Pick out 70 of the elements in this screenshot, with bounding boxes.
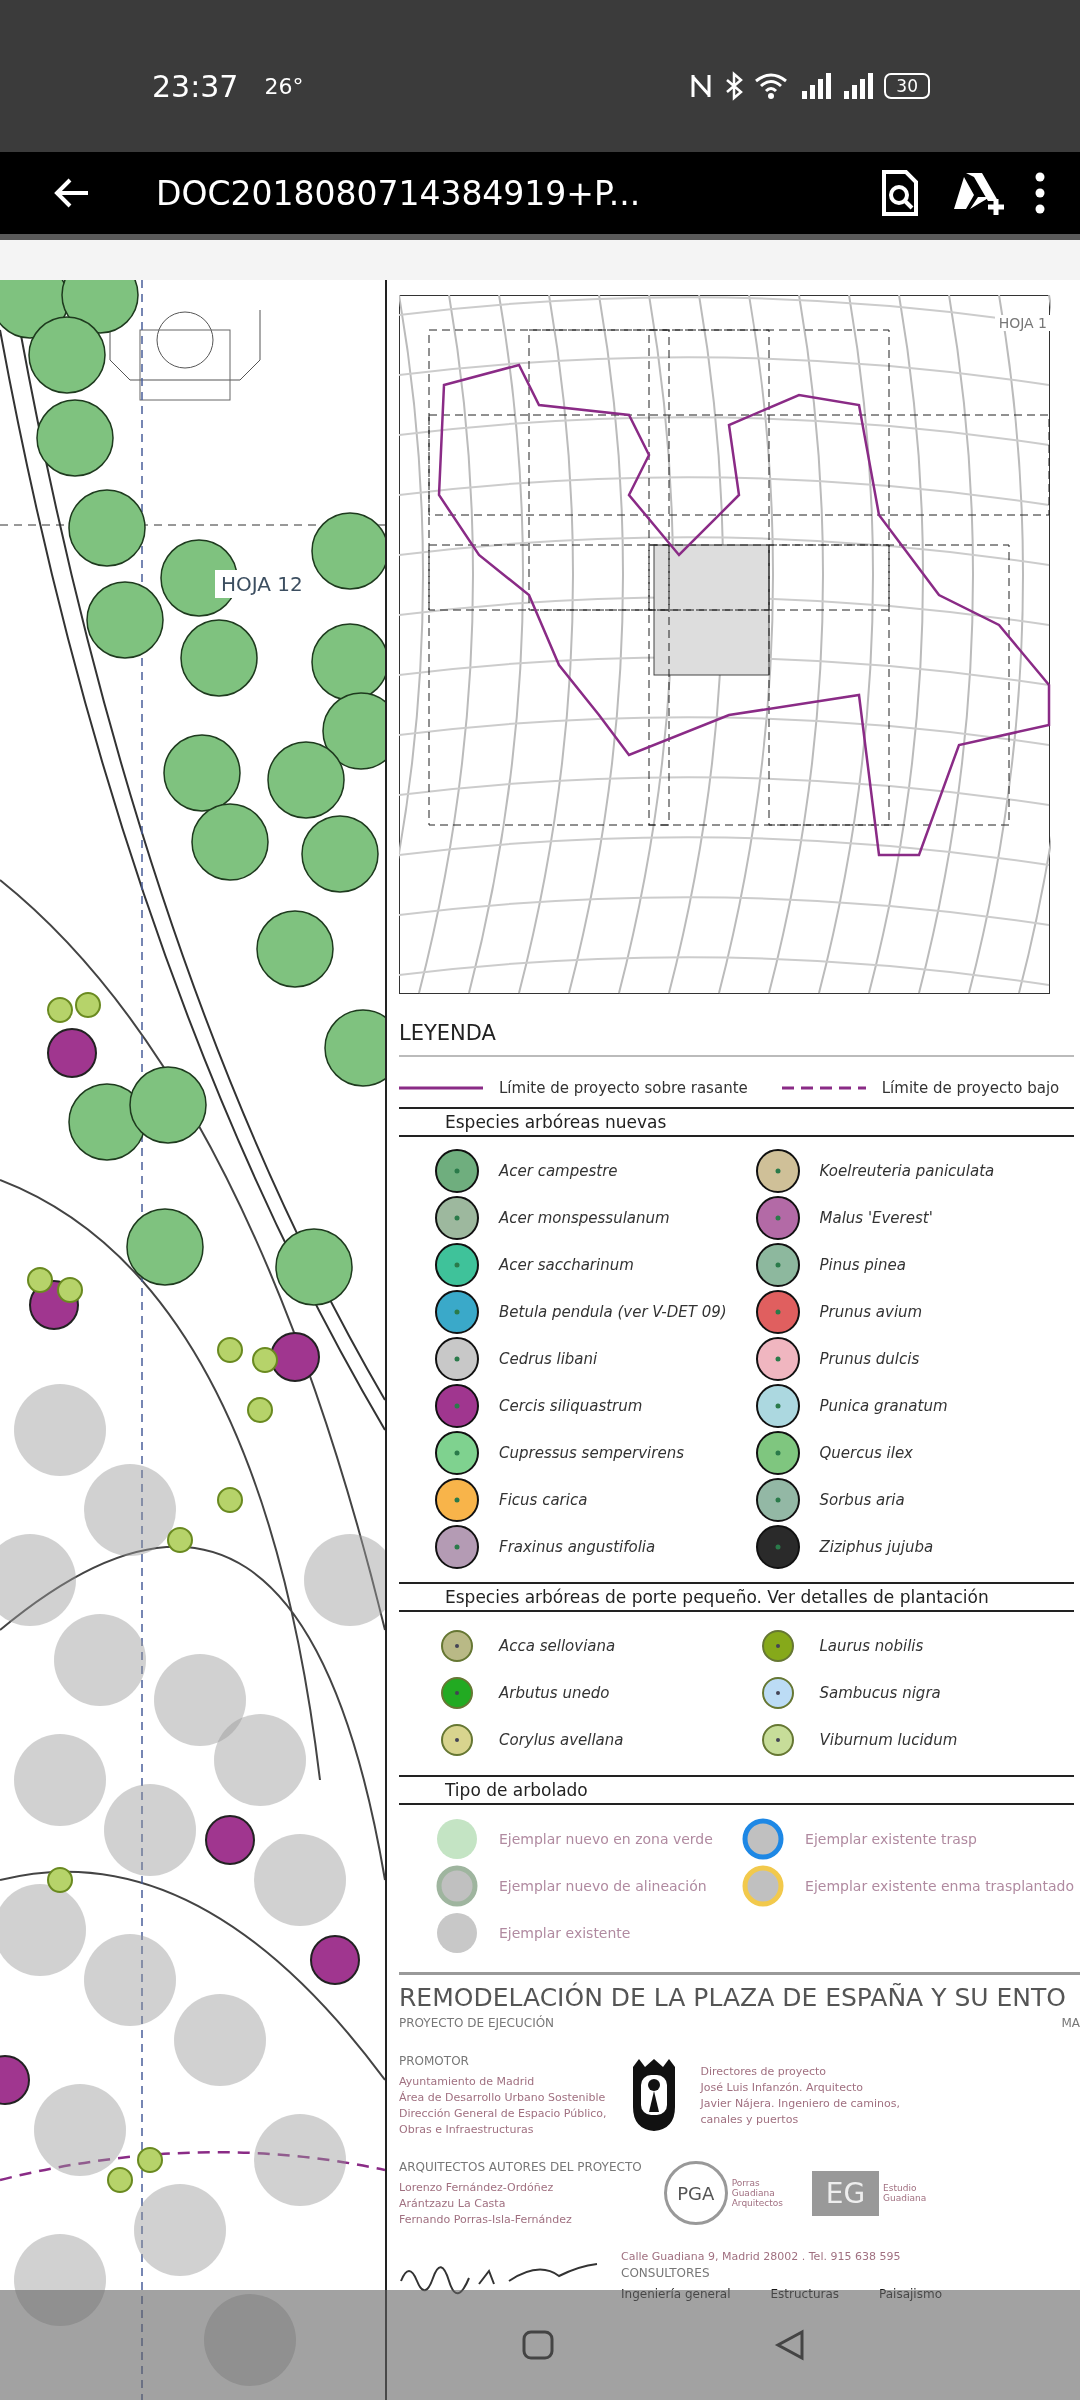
- species-label: Arbutus unedo: [499, 1683, 610, 1702]
- species-label: Ziziphus jujuba: [819, 1537, 934, 1556]
- directors-line: canales y puertos: [700, 2112, 800, 2126]
- species-label: Ejemplar existente enma trasplantado: [805, 1877, 1074, 1894]
- species-label: Sambucus nigra: [819, 1683, 941, 1702]
- species-label: Acca selloviana: [499, 1636, 616, 1655]
- promoter-line: Ayuntamiento de Madrid: [399, 2075, 536, 2088]
- sheet-label: HOJA 1: [994, 315, 1051, 331]
- firm-logo: PGA: [663, 2161, 728, 2225]
- species-label: Ejemplar nuevo de alineación: [499, 1877, 707, 1894]
- species-label: Acer saccharinum: [499, 1255, 634, 1274]
- species-label: Prunus avium: [819, 1302, 923, 1321]
- species-label: Laurus nobilis: [819, 1636, 924, 1655]
- temperature: 26°: [264, 73, 304, 99]
- section-heading: Especies arbóreas de porte pequeño. Ver detalles de plantación: [399, 1582, 1074, 1612]
- species-label: Quercus ilex: [819, 1443, 913, 1462]
- consultant-category: Paisajismo: [879, 2287, 942, 2301]
- bluetooth-icon: [724, 71, 745, 101]
- consultant-category: Estructuras: [770, 2287, 840, 2301]
- architect-name: Lorenzo Fernández-Ordóñez: [399, 2181, 555, 2194]
- species-label: Ejemplar existente: [499, 1924, 631, 1941]
- directors-line: Javier Nájera. Ingeniero de caminos,: [700, 2096, 900, 2110]
- species-label: Betula pendula (ver V-DET 09): [499, 1302, 727, 1321]
- promoter-line: Dirección General de Espacio Público,: [399, 2107, 607, 2120]
- legend-label: Límite de proyecto bajo: [881, 1079, 1060, 1097]
- clock-time: 23:37: [152, 68, 239, 104]
- firm-name: Porras Guadiana Arquitectos: [731, 2178, 785, 2208]
- species-label: Ejemplar nuevo en zona verde: [499, 1830, 713, 1847]
- species-label: Fraxinus angustifolia: [499, 1537, 656, 1556]
- consultant-category: Ingeniería general: [621, 2287, 731, 2301]
- project-phase: PROYECTO DE EJECUCIÓN: [399, 2016, 555, 2030]
- promoter-line: Obras e Infraestructuras: [399, 2123, 535, 2136]
- promoter-heading: PROMOTOR: [399, 2054, 470, 2068]
- legend-label: Límite de proyecto sobre rasante: [499, 1079, 748, 1097]
- architect-name: Fernando Porras-Isla-Fernández: [399, 2213, 573, 2226]
- species-label: Cercis siliquastrum: [499, 1396, 643, 1415]
- species-label: Sorbus aria: [819, 1490, 905, 1509]
- signal-icon: [842, 71, 875, 101]
- home-button[interactable]: [522, 2330, 554, 2360]
- section-heading: Tipo de arbolado: [399, 1775, 1074, 1805]
- directors-line: José Luis Infanzón. Arquitecto: [700, 2080, 864, 2094]
- project-date: MA: [1061, 2016, 1080, 2030]
- document-title: DOC2018080714384919+P...: [156, 173, 642, 213]
- firm-name: Estudio Guadiana: [883, 2183, 928, 2203]
- section-heading: Especies arbóreas nuevas: [399, 1107, 1074, 1137]
- consultants-heading: CONSULTORES: [621, 2266, 711, 2280]
- species-label: Acer monspessulanum: [499, 1208, 670, 1227]
- species-label: Corylus avellana: [499, 1730, 624, 1749]
- species-label: Koelreuteria paniculata: [819, 1161, 995, 1180]
- species-label: Pinus pinea: [819, 1255, 906, 1274]
- species-label: Prunus dulcis: [819, 1349, 920, 1368]
- species-label: Cedrus libani: [499, 1349, 598, 1368]
- architects-heading: ARQUITECTOS AUTORES DEL PROYECTO: [399, 2160, 642, 2174]
- firm-logo: EG: [811, 2170, 880, 2216]
- back-nav-button[interactable]: [774, 2329, 806, 2361]
- species-label: Cupressus sempervirens: [499, 1443, 684, 1462]
- species-label: Malus 'Everest': [819, 1208, 933, 1227]
- legend-title: LEYENDA: [399, 1021, 1074, 1057]
- signal-icon: [800, 71, 833, 101]
- address-text: Calle Guadiana 9, Madrid 28002 . Tel. 915 638 595: [621, 2250, 902, 2263]
- project-title: REMODELACIÓN DE LA PLAZA DE ESPAÑA Y SU ENTO: [399, 1983, 1067, 2012]
- species-label: Viburnum lucidum: [819, 1730, 958, 1749]
- promoter-line: Área de Desarrollo Urbano Sostenible: [399, 2091, 607, 2104]
- species-label: Acer campestre: [499, 1161, 618, 1180]
- directors-line: Directores de proyecto: [700, 2064, 828, 2078]
- species-label: Punica granatum: [819, 1396, 948, 1415]
- battery-indicator: 30: [884, 73, 930, 99]
- species-label: Ejemplar existente trasp: [805, 1830, 977, 1847]
- species-label: Ficus carica: [499, 1490, 588, 1509]
- architect-name: Arántzazu La Casta: [399, 2197, 507, 2210]
